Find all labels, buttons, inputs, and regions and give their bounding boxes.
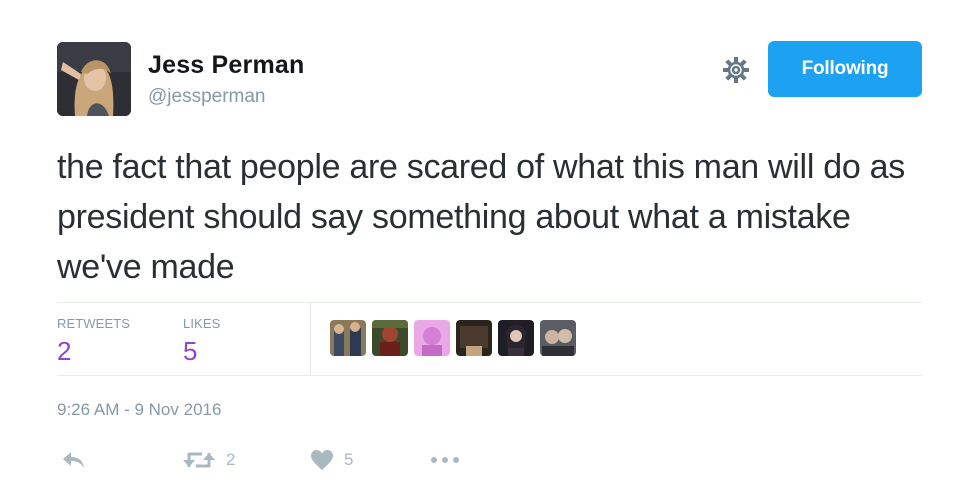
tweet-text: the fact that people are scared of what … [57, 148, 905, 286]
following-button[interactable]: Following [768, 41, 922, 97]
more-icon [430, 455, 460, 465]
user-name[interactable]: Jess Perman [148, 51, 304, 80]
stats-divider-bottom [57, 375, 922, 376]
heart-icon [310, 449, 334, 471]
retweets-label[interactable]: RETWEETS [57, 316, 130, 331]
stats-divider-top [57, 302, 922, 303]
liker-avatar[interactable] [414, 320, 450, 356]
user-handle[interactable]: @jessperman [148, 86, 266, 108]
liker-avatar[interactable] [540, 320, 576, 356]
liker-avatar[interactable] [372, 320, 408, 356]
likes-count[interactable]: 5 [183, 336, 197, 367]
likes-label[interactable]: LIKES [183, 316, 220, 331]
stats-divider-vertical [310, 302, 311, 375]
likers-list [330, 320, 576, 356]
tweet-timestamp[interactable]: 9:26 AM - 9 Nov 2016 [57, 400, 221, 420]
more-button[interactable] [430, 446, 460, 474]
retweet-count: 2 [226, 450, 236, 469]
user-avatar[interactable] [57, 42, 131, 116]
gear-icon[interactable] [720, 54, 752, 86]
tweet-card: Jess Perman @jessperman Following the fa… [0, 0, 980, 498]
reply-button[interactable] [60, 446, 86, 474]
reply-icon [60, 449, 86, 471]
liker-avatar[interactable] [330, 320, 366, 356]
liker-avatar[interactable] [456, 320, 492, 356]
like-button[interactable]: 5 [310, 446, 353, 474]
like-count: 5 [344, 450, 354, 469]
retweet-button[interactable]: 2 [182, 446, 235, 474]
retweet-icon [182, 449, 216, 471]
liker-avatar[interactable] [498, 320, 534, 356]
retweets-count[interactable]: 2 [57, 336, 71, 367]
